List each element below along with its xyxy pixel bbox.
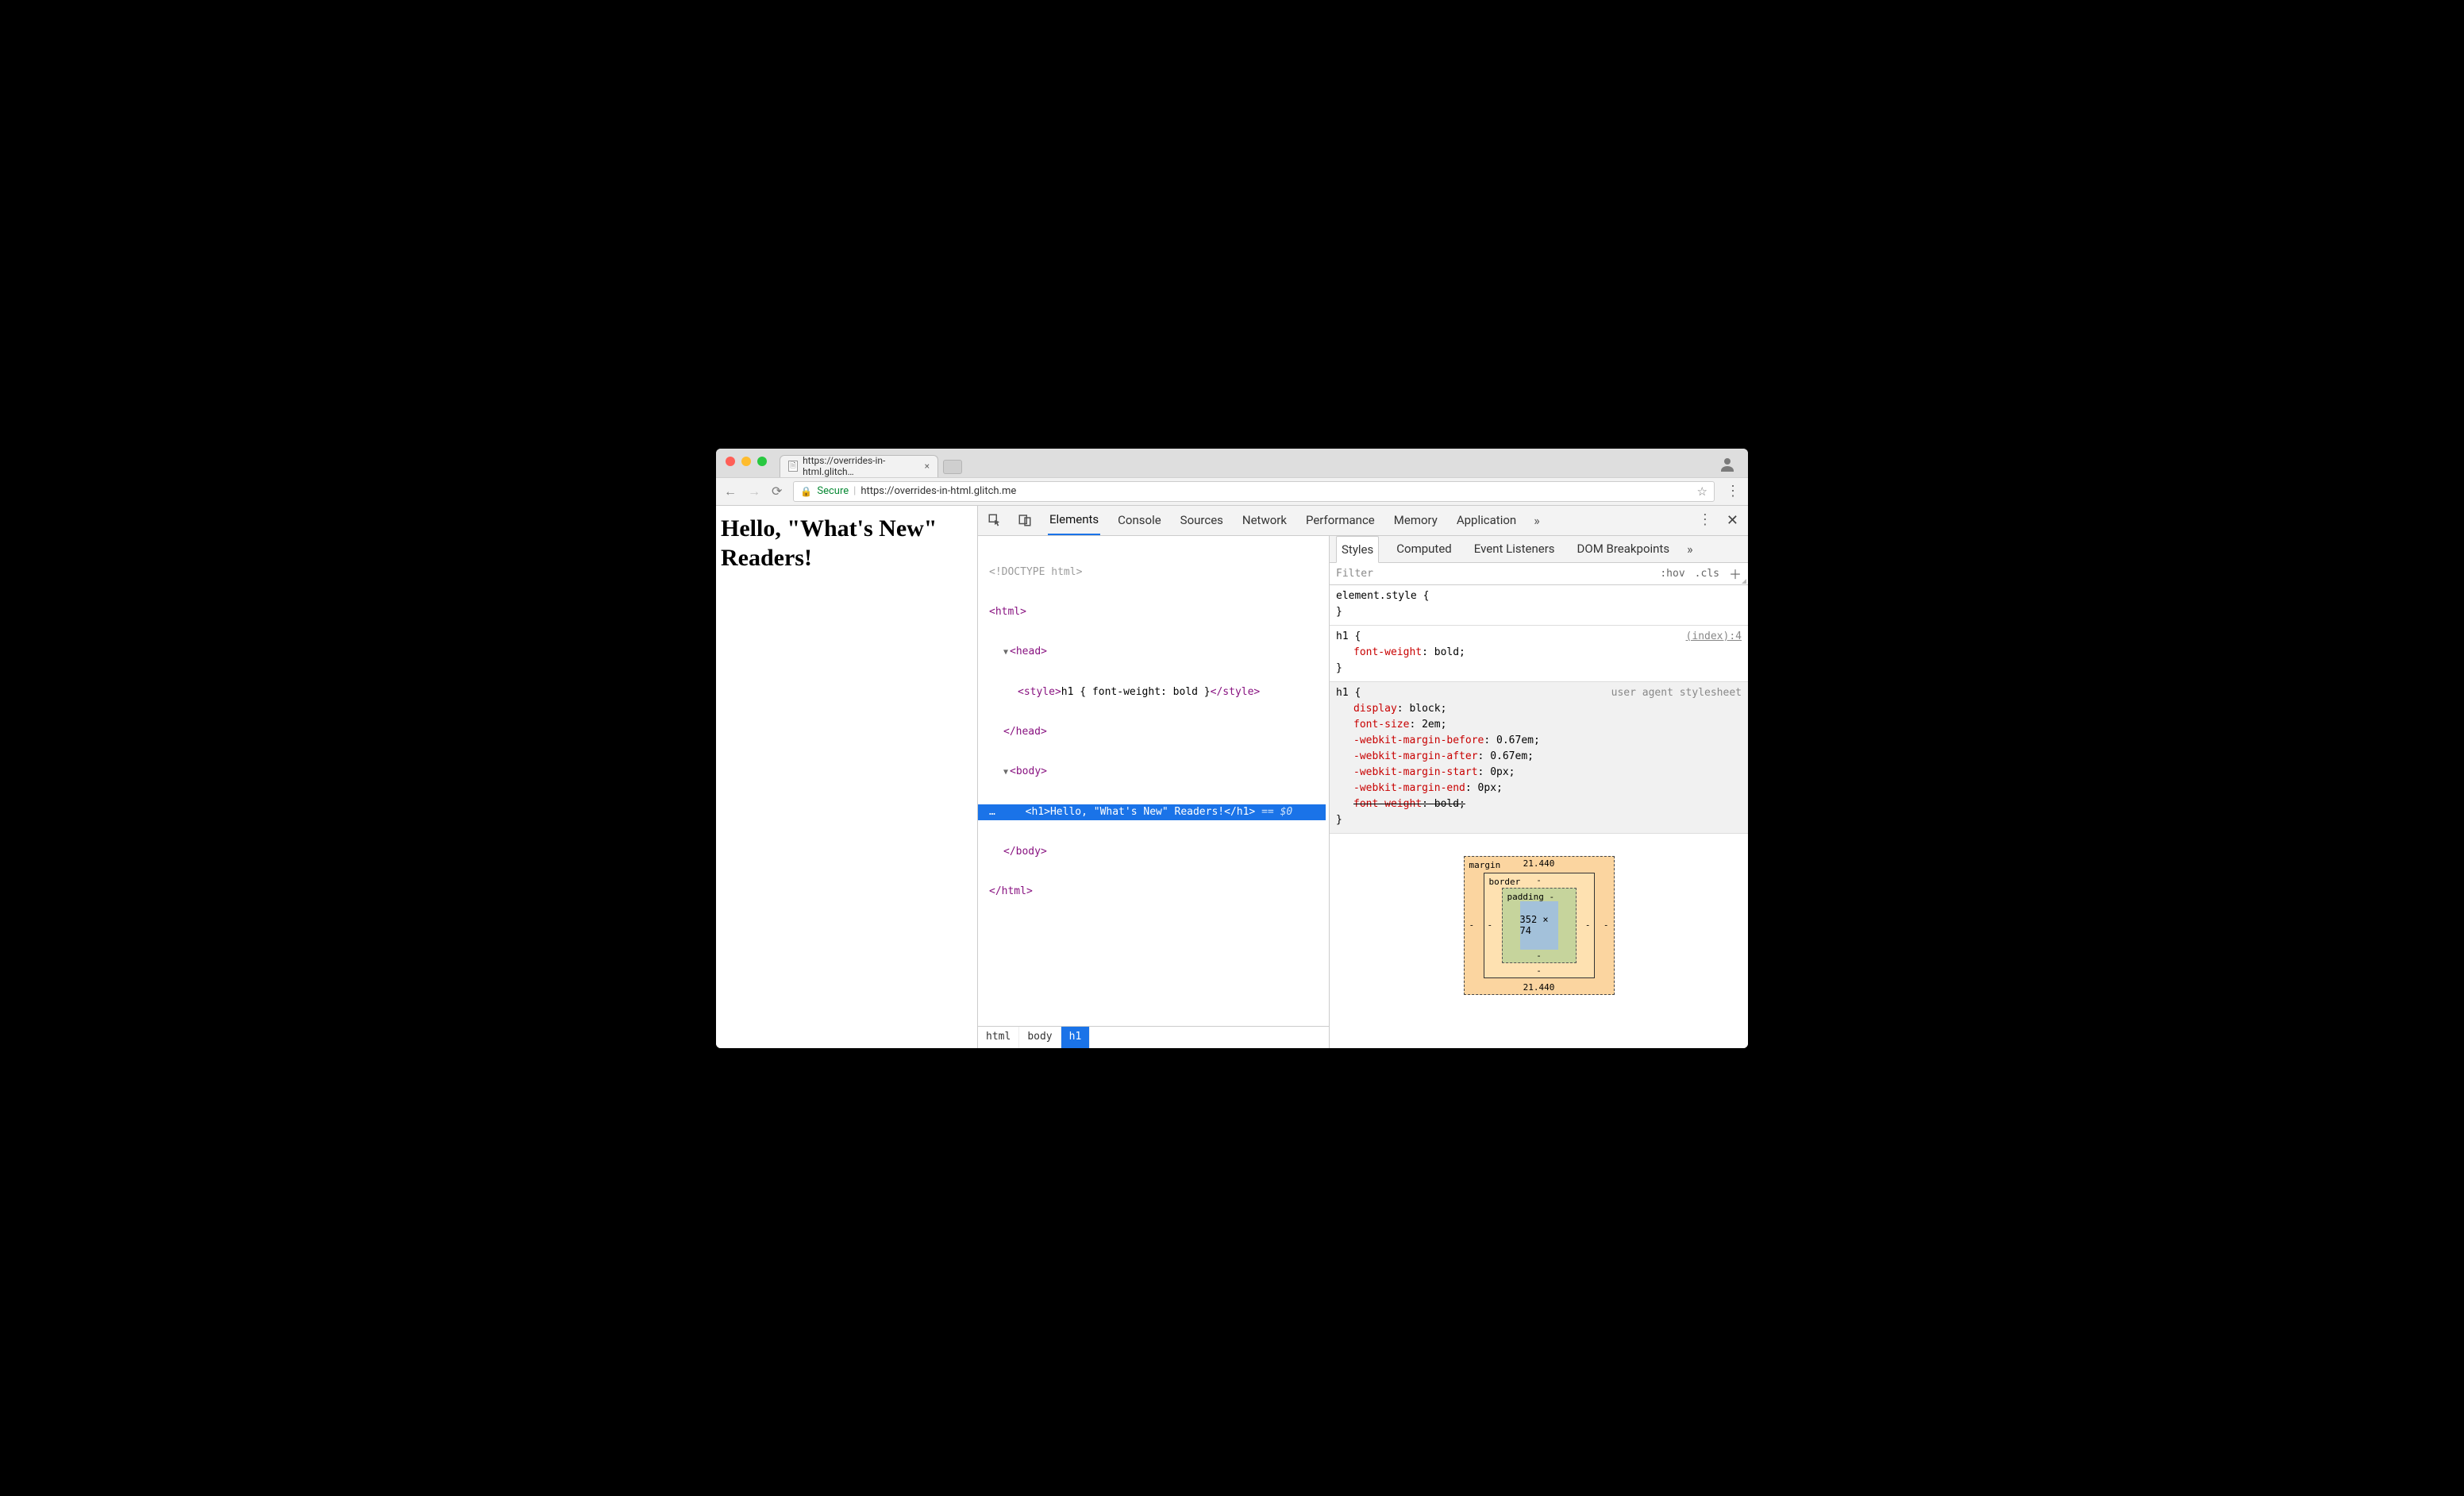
box-padding-bottom: - [1536, 950, 1542, 961]
tab-elements[interactable]: Elements [1048, 505, 1100, 535]
content-area: Hello, "What's New" Readers! Elements Co… [716, 506, 1748, 1048]
rule-h1-author[interactable]: (index):4 h1 { font-weight: bold; } [1330, 626, 1748, 682]
box-border-right: - [1585, 920, 1591, 931]
dom-body-close[interactable]: </body> [1003, 846, 1047, 858]
box-border-top: - [1536, 875, 1542, 885]
minimize-window-icon[interactable] [741, 457, 751, 466]
dom-panel: <!DOCTYPE html> <html> <head> <style>h1 … [978, 536, 1330, 1048]
tab-dom-breakpoints[interactable]: DOM Breakpoints [1573, 536, 1675, 561]
box-padding[interactable]: padding - - 352 × 74 [1502, 888, 1577, 963]
bookmark-star-icon[interactable]: ☆ [1697, 484, 1707, 499]
dom-head-close[interactable]: </head> [1003, 726, 1047, 738]
dom-doctype: <!DOCTYPE html> [989, 566, 1082, 578]
box-margin-left: - [1469, 920, 1475, 931]
device-toggle-icon[interactable] [1018, 513, 1032, 527]
dom-breadcrumb: html body h1 [978, 1026, 1329, 1048]
hov-toggle[interactable]: :hov [1660, 568, 1684, 580]
tab-application[interactable]: Application [1455, 506, 1518, 534]
tab-sources[interactable]: Sources [1179, 506, 1225, 534]
inspect-element-icon[interactable] [988, 513, 1002, 527]
tabs-overflow-icon[interactable]: » [1534, 513, 1540, 528]
profile-icon[interactable] [1718, 455, 1737, 474]
box-model: margin 21.440 21.440 - - border - - [1330, 834, 1748, 1014]
styles-tabs: Styles Computed Event Listeners DOM Brea… [1330, 536, 1748, 563]
tab-computed[interactable]: Computed [1392, 536, 1457, 561]
tab-close-icon[interactable]: × [925, 461, 930, 472]
expand-icon[interactable] [1003, 646, 1010, 657]
page-heading: Hello, "What's New" Readers! [721, 514, 972, 573]
dollar-zero-label: == $0 [1261, 806, 1292, 818]
box-content-size: 352 × 74 [1520, 914, 1558, 936]
rendered-page: Hello, "What's New" Readers! [716, 506, 978, 1048]
tab-network[interactable]: Network [1241, 506, 1288, 534]
url-text: https://overrides-in-html.glitch.me [860, 485, 1016, 497]
box-border-bottom: - [1536, 966, 1542, 976]
separator-icon: | [853, 485, 856, 497]
rule-source-label: user agent stylesheet [1611, 685, 1742, 701]
tab-styles[interactable]: Styles [1336, 536, 1379, 563]
tab-performance[interactable]: Performance [1304, 506, 1376, 534]
style-rules[interactable]: element.style { } (index):4 h1 { font-we… [1330, 585, 1748, 1048]
rule-source-link[interactable]: (index):4 [1686, 629, 1742, 645]
styles-tabs-overflow-icon[interactable]: » [1687, 542, 1693, 557]
box-content[interactable]: 352 × 74 [1520, 901, 1558, 950]
devtools-toolbar: Elements Console Sources Network Perform… [978, 506, 1748, 536]
box-margin-right: - [1604, 920, 1609, 931]
box-margin[interactable]: margin 21.440 21.440 - - border - - [1464, 856, 1615, 995]
dom-selected-line[interactable]: … <h1>Hello, "What's New" Readers!</h1> … [978, 804, 1326, 820]
dom-html-open[interactable]: <html> [989, 606, 1026, 618]
favicon-icon: 🗎 [788, 461, 798, 472]
omnibox[interactable]: 🔒 Secure | https://overrides-in-html.gli… [793, 481, 1715, 502]
devtools-close-icon[interactable]: ✕ [1727, 512, 1738, 529]
box-border[interactable]: border - - - - padding - - [1484, 873, 1595, 978]
new-tab-button[interactable] [943, 460, 962, 474]
styles-filter-bar: Filter :hov .cls ＋ [1330, 563, 1748, 585]
reload-button[interactable]: ⟳ [772, 484, 782, 499]
secure-label: Secure [817, 485, 849, 497]
tab-memory[interactable]: Memory [1392, 506, 1439, 534]
devtools-body: <!DOCTYPE html> <html> <head> <style>h1 … [978, 536, 1748, 1048]
lock-icon: 🔒 [800, 486, 812, 497]
new-rule-icon[interactable]: ＋ [1729, 564, 1742, 583]
devtools: Elements Console Sources Network Perform… [978, 506, 1748, 1048]
cls-toggle[interactable]: .cls [1695, 568, 1719, 580]
rule-element-style[interactable]: element.style { } [1330, 585, 1748, 626]
crumb-h1[interactable]: h1 [1061, 1027, 1091, 1048]
dom-body-open[interactable]: <body> [1010, 765, 1047, 777]
rule-h1-user-agent[interactable]: user agent stylesheet h1 { display: bloc… [1330, 682, 1748, 834]
crumb-body[interactable]: body [1019, 1027, 1061, 1048]
forward-button[interactable]: → [748, 484, 760, 499]
dom-tree[interactable]: <!DOCTYPE html> <html> <head> <style>h1 … [978, 536, 1329, 1026]
tab-strip: 🗎 https://overrides-in-html.glitch… × [716, 449, 1748, 477]
close-window-icon[interactable] [726, 457, 735, 466]
browser-tab[interactable]: 🗎 https://overrides-in-html.glitch… × [780, 455, 938, 477]
styles-panel: Styles Computed Event Listeners DOM Brea… [1330, 536, 1748, 1048]
box-margin-top: 21.440 [1523, 858, 1555, 869]
resize-corner-icon[interactable] [1742, 579, 1746, 584]
dom-head-open[interactable]: <head> [1010, 646, 1047, 657]
devtools-tabs: Elements Console Sources Network Perform… [1048, 505, 1540, 535]
crumb-html[interactable]: html [978, 1027, 1019, 1048]
box-border-label: border [1489, 877, 1521, 887]
fullscreen-window-icon[interactable] [757, 457, 767, 466]
dom-html-close[interactable]: </html> [989, 885, 1033, 897]
box-margin-bottom: 21.440 [1523, 982, 1555, 993]
tab-event-listeners[interactable]: Event Listeners [1469, 536, 1560, 561]
box-margin-label: margin [1469, 860, 1501, 870]
window-controls [726, 457, 767, 466]
expand-icon[interactable] [1003, 765, 1010, 777]
address-bar: ← → ⟳ 🔒 Secure | https://overrides-in-ht… [716, 477, 1748, 506]
box-border-left: - [1488, 920, 1493, 931]
filter-input[interactable]: Filter [1336, 568, 1650, 580]
browser-window: 🗎 https://overrides-in-html.glitch… × ← … [716, 449, 1748, 1048]
back-button[interactable]: ← [724, 484, 737, 499]
tab-title: https://overrides-in-html.glitch… [803, 455, 915, 477]
dom-style-line[interactable]: <style>h1 { font-weight: bold }</style> [989, 684, 1326, 700]
tab-console[interactable]: Console [1116, 506, 1163, 534]
